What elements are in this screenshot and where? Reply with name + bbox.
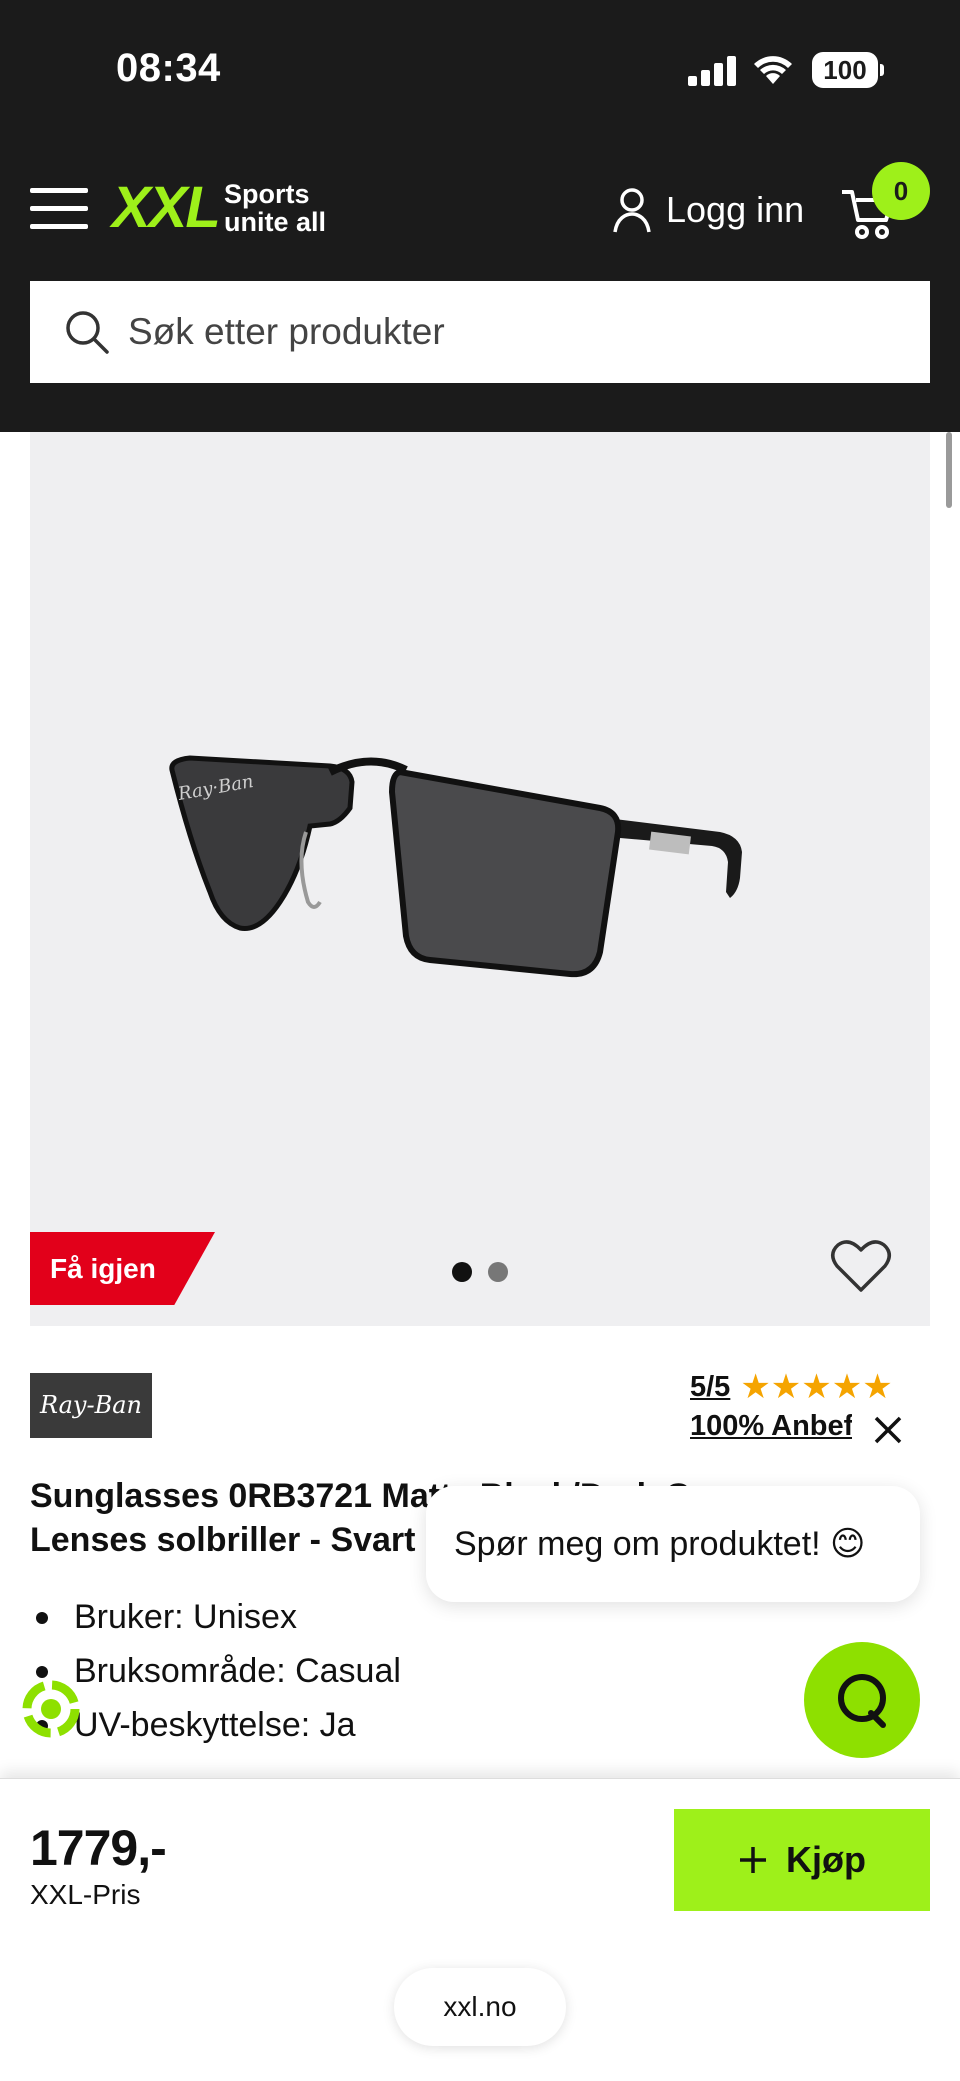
heart-icon[interactable] (830, 1238, 892, 1294)
logo-tagline-line-2: unite all (224, 207, 327, 237)
status-time: 08:34 (116, 46, 221, 90)
recommend-rate[interactable]: 100% Anbefaler (690, 1410, 852, 1443)
logo-wordmark: XXL (112, 175, 221, 240)
gallery-dot-2[interactable] (488, 1262, 508, 1282)
chat-prompt-bubble[interactable]: Spør meg om produktet! 😊 (426, 1486, 920, 1602)
menu-icon[interactable] (30, 188, 88, 230)
wifi-icon (754, 56, 792, 84)
gallery-dot-1[interactable] (452, 1262, 472, 1282)
cart-count-badge[interactable]: 0 (872, 162, 930, 220)
rating-stars: ★★★★★ (740, 1368, 893, 1406)
close-icon[interactable] (870, 1412, 906, 1448)
feature-item: Bruker: Unisex (30, 1590, 401, 1644)
buy-button-label: Kjøp (786, 1839, 866, 1880)
gallery-pagination[interactable] (452, 1262, 508, 1282)
browser-bottom-bar: xxl.no (0, 1938, 960, 2081)
search-icon (66, 311, 109, 354)
brand-logo[interactable]: Ray-Ban (30, 1373, 152, 1438)
product-page: 08:34 100 XXL Sports unite all Logg inn … (0, 0, 960, 2081)
site-header: XXL Sports unite all Logg inn 0 (0, 140, 960, 432)
buy-bar: 1779,- XXL-Pris Kjøp (0, 1778, 960, 1938)
status-bar: 08:34 100 (0, 0, 960, 140)
login-button[interactable]: Logg inn (612, 184, 804, 236)
battery-icon: 100 (812, 52, 884, 88)
price-label: XXL-Pris (30, 1879, 141, 1910)
buy-button[interactable]: Kjøp (674, 1809, 930, 1911)
product-rating[interactable]: 5/5 ★★★★★ (690, 1367, 893, 1407)
rating-score[interactable]: 5/5 (690, 1371, 730, 1404)
url-pill[interactable]: xxl.no (394, 1968, 566, 2046)
page-scrollbar[interactable] (946, 432, 952, 508)
recycle-icon[interactable] (16, 1674, 86, 1744)
plus-icon (740, 1847, 766, 1873)
logo-tagline-line-1: Sports (224, 179, 310, 209)
product-image-gallery[interactable]: Ray·Ban Få igjen (30, 432, 930, 1326)
chat-button[interactable] (804, 1642, 920, 1758)
search-input[interactable] (128, 311, 888, 353)
logo-tagline: Sports unite all (224, 180, 326, 236)
promo-badge: Få igjen (30, 1232, 215, 1305)
login-label: Logg inn (666, 189, 805, 230)
product-price: 1779,- (30, 1820, 167, 1876)
cellular-signal-icon (688, 56, 738, 86)
user-icon (613, 188, 651, 233)
product-image: Ray·Ban (169, 755, 742, 978)
search-bar[interactable] (30, 281, 930, 383)
chat-icon (838, 1674, 886, 1728)
